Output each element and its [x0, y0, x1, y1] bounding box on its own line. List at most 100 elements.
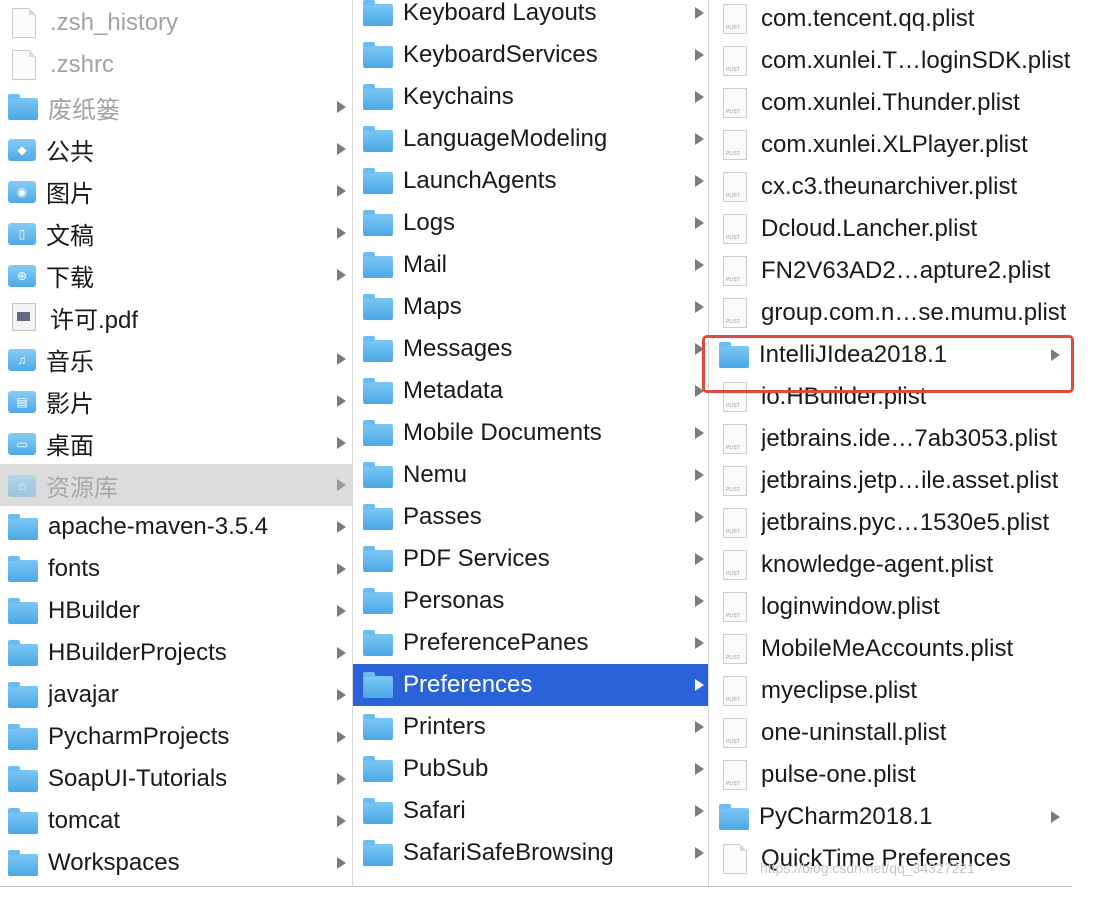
- folder-row[interactable]: Workspaces: [0, 842, 352, 884]
- file-row[interactable]: group.com.n…se.mumu.plist: [709, 292, 1072, 334]
- folder-row[interactable]: LaunchAgents: [353, 160, 708, 202]
- folder-row[interactable]: SoapUI-Tutorials: [0, 758, 352, 800]
- folder-row[interactable]: ◉ 图片: [0, 170, 352, 212]
- folder-row[interactable]: Mobile Documents: [353, 412, 708, 454]
- plist-icon: [723, 676, 747, 706]
- folder-row[interactable]: PubSub: [353, 748, 708, 790]
- folder-row[interactable]: Logs: [353, 202, 708, 244]
- file-row[interactable]: com.tencent.qq.plist: [709, 0, 1072, 40]
- folder-row[interactable]: Metadata: [353, 370, 708, 412]
- item-label: Personas: [403, 587, 505, 614]
- file-row[interactable]: knowledge-agent.plist: [709, 544, 1072, 586]
- disclosure-arrow-icon: [337, 185, 346, 197]
- downloads-folder-icon: ⊕: [8, 265, 36, 287]
- item-label: PycharmProjects: [48, 723, 230, 750]
- item-label: Passes: [403, 503, 482, 530]
- folder-row[interactable]: ⊕ 下载: [0, 254, 352, 296]
- folder-row[interactable]: Personas: [353, 580, 708, 622]
- folder-row[interactable]: PreferencePanes: [353, 622, 708, 664]
- folder-row[interactable]: Keyboard Layouts: [353, 0, 708, 34]
- folder-icon: [8, 639, 38, 666]
- folder-row[interactable]: PyCharm2018.1: [709, 796, 1072, 838]
- folder-row[interactable]: ♫ 音乐: [0, 338, 352, 380]
- desktop-folder-icon: ▭: [8, 433, 36, 455]
- folder-row[interactable]: PycharmProjects: [0, 716, 352, 758]
- file-row[interactable]: FN2V63AD2…apture2.plist: [709, 250, 1072, 292]
- finder-column-preferences[interactable]: com.tencent.qq.plist com.xunlei.T…loginSD…: [709, 0, 1072, 886]
- file-row[interactable]: jetbrains.jetp…ile.asset.plist: [709, 460, 1072, 502]
- folder-icon: [363, 41, 393, 68]
- folder-row[interactable]: ▭ 桌面: [0, 422, 352, 464]
- folder-row[interactable]: Safari: [353, 790, 708, 832]
- folder-row[interactable]: HBuilderProjects: [0, 632, 352, 674]
- file-row[interactable]: pulse-one.plist: [709, 754, 1072, 796]
- folder-row[interactable]: Messages: [353, 328, 708, 370]
- file-row[interactable]: com.xunlei.Thunder.plist: [709, 82, 1072, 124]
- item-label: Keyboard Layouts: [403, 0, 597, 26]
- disclosure-arrow-icon: [337, 857, 346, 869]
- folder-row[interactable]: fonts: [0, 548, 352, 590]
- finder-column-home[interactable]: .zsh_history .zshrc 废纸篓 ◆ 公共 ◉ 图片 ▯ 文稿 ⊕ 下载 许可.pdf ♫…: [0, 0, 353, 886]
- file-row[interactable]: cx.c3.theunarchiver.plist: [709, 166, 1072, 208]
- folder-row[interactable]: Maps: [353, 286, 708, 328]
- file-row[interactable]: com.xunlei.XLPlayer.plist: [709, 124, 1072, 166]
- folder-row[interactable]: Printers: [353, 706, 708, 748]
- file-row[interactable]: .zsh_history: [0, 2, 352, 44]
- item-label: fonts: [48, 555, 101, 582]
- item-label: tomcat: [48, 807, 121, 834]
- folder-icon: [363, 587, 393, 614]
- item-label: LanguageModeling: [403, 125, 608, 152]
- file-row[interactable]: com.xunlei.T…loginSDK.plist: [709, 40, 1072, 82]
- folder-row[interactable]: 废纸篓: [0, 86, 352, 128]
- folder-row[interactable]: KeyboardServices: [353, 34, 708, 76]
- folder-row[interactable]: Preferences: [353, 664, 708, 706]
- folder-row[interactable]: SafariSafeBrowsing: [353, 832, 708, 874]
- disclosure-arrow-icon: [337, 647, 346, 659]
- file-row[interactable]: myeclipse.plist: [709, 670, 1072, 712]
- folder-row[interactable]: ▯ 文稿: [0, 212, 352, 254]
- item-label: knowledge-agent.plist: [761, 551, 994, 578]
- file-row[interactable]: Dcloud.Lancher.plist: [709, 208, 1072, 250]
- folder-row[interactable]: ▤ 影片: [0, 380, 352, 422]
- folder-row[interactable]: HBuilder: [0, 590, 352, 632]
- item-label: SoapUI-Tutorials: [48, 765, 228, 792]
- folder-row[interactable]: apache-maven-3.5.4: [0, 506, 352, 548]
- folder-row[interactable]: ⌂ 资源库: [0, 464, 352, 506]
- item-label: Metadata: [403, 377, 504, 404]
- folder-row[interactable]: Mail: [353, 244, 708, 286]
- folder-row[interactable]: IntelliJIdea2018.1: [709, 334, 1072, 376]
- file-row[interactable]: jetbrains.ide…7ab3053.plist: [709, 418, 1072, 460]
- file-row[interactable]: loginwindow.plist: [709, 586, 1072, 628]
- file-row[interactable]: 许可.pdf: [0, 296, 352, 338]
- file-row[interactable]: jetbrains.pyc…1530e5.plist: [709, 502, 1072, 544]
- folder-row[interactable]: javajar: [0, 674, 352, 716]
- item-label: loginwindow.plist: [761, 593, 940, 620]
- file-row[interactable]: one-uninstall.plist: [709, 712, 1072, 754]
- plist-icon: [723, 214, 747, 244]
- folder-row[interactable]: Passes: [353, 496, 708, 538]
- file-row[interactable]: MobileMeAccounts.plist: [709, 628, 1072, 670]
- disclosure-arrow-icon: [695, 175, 704, 187]
- folder-row[interactable]: PDF Services: [353, 538, 708, 580]
- finder-column-library[interactable]: Keyboard Layouts KeyboardServices Keychain…: [353, 0, 709, 886]
- plist-icon: [723, 382, 747, 412]
- folder-icon: [363, 503, 393, 530]
- folder-row[interactable]: Keychains: [353, 76, 708, 118]
- item-label: Mail: [403, 251, 448, 278]
- disclosure-arrow-icon: [695, 637, 704, 649]
- disclosure-arrow-icon: [695, 7, 704, 19]
- item-label: Printers: [403, 713, 486, 740]
- folder-row[interactable]: tomcat: [0, 800, 352, 842]
- plist-icon: [723, 130, 747, 160]
- folder-icon: [8, 93, 38, 120]
- folder-row[interactable]: LanguageModeling: [353, 118, 708, 160]
- file-row[interactable]: io.HBuilder.plist: [709, 376, 1072, 418]
- item-label: 图片: [46, 180, 94, 208]
- item-label: .zshrc: [50, 51, 115, 78]
- disclosure-arrow-icon: [695, 553, 704, 565]
- item-label: Maps: [403, 293, 462, 320]
- folder-row[interactable]: Nemu: [353, 454, 708, 496]
- folder-row[interactable]: ◆ 公共: [0, 128, 352, 170]
- disclosure-arrow-icon: [695, 805, 704, 817]
- file-row[interactable]: .zshrc: [0, 44, 352, 86]
